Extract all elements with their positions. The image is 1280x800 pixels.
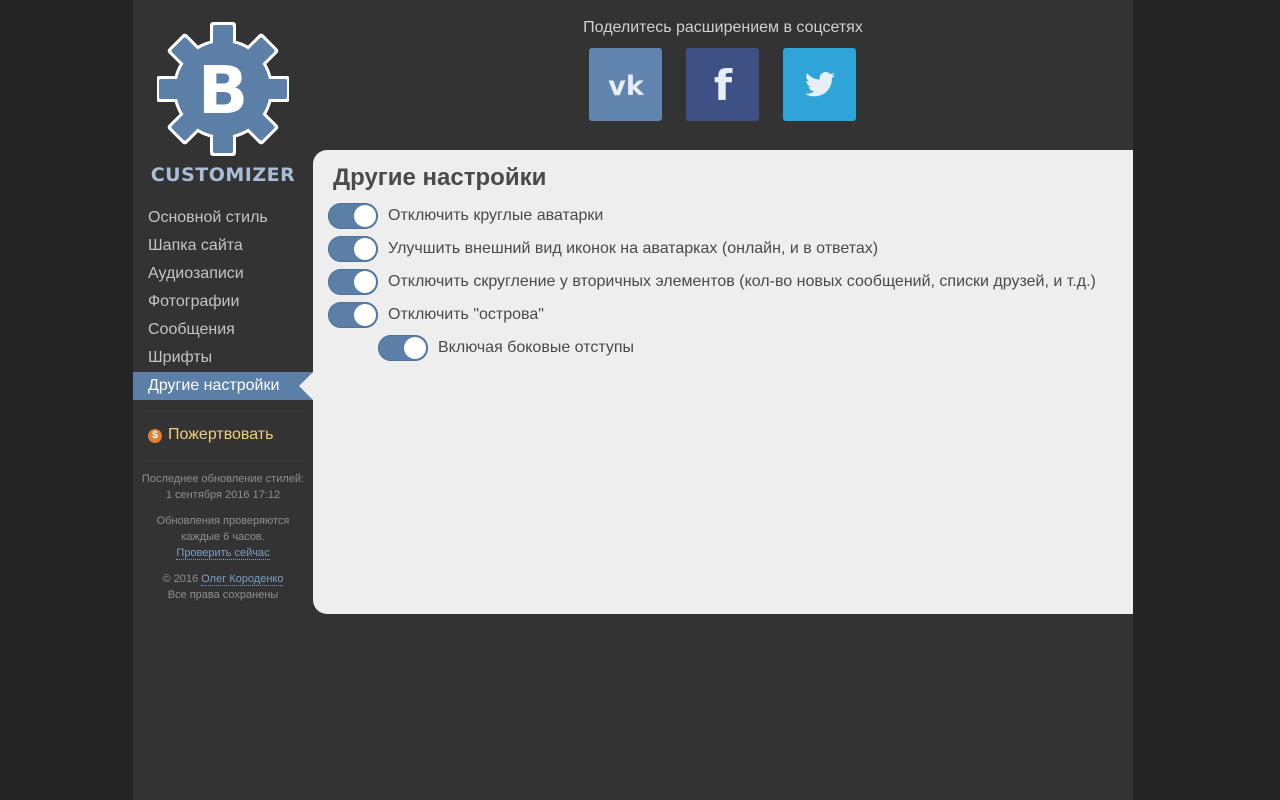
share-twitter-button[interactable]	[783, 48, 856, 121]
toggle-knob	[354, 271, 376, 293]
divider	[143, 460, 303, 461]
share-facebook-button[interactable]: f	[686, 48, 759, 121]
last-update-label: Последнее обновление стилей:	[141, 473, 305, 485]
toggle-switch[interactable]	[328, 203, 378, 229]
donate-link[interactable]: $ Пожертвовать	[148, 424, 273, 446]
toggle-knob	[354, 304, 376, 326]
nav-item-audio[interactable]: Аудиозаписи	[133, 260, 313, 288]
nav-item-other-settings[interactable]: Другие настройки	[133, 372, 313, 400]
nav-item-header[interactable]: Шапка сайта	[133, 232, 313, 260]
customizer-gear-logo[interactable]: B	[157, 22, 289, 156]
option-label: Включая боковые отступы	[438, 339, 635, 356]
twitter-icon	[804, 71, 835, 96]
option-label: Отключить "острова"	[388, 306, 544, 323]
toggle-switch[interactable]	[328, 302, 378, 328]
nav-item-messages[interactable]: Сообщения	[133, 316, 313, 344]
page: B CUSTOMIZER Основной стиль Шапка сайта …	[133, 0, 1133, 800]
share-vk-button[interactable]: vk	[589, 48, 662, 121]
update-check-line1: Обновления проверяются	[156, 515, 290, 527]
coin-icon: $	[148, 429, 162, 443]
nav-item-photos[interactable]: Фотографии	[133, 288, 313, 316]
check-now-link[interactable]: Проверить сейчас	[176, 547, 270, 560]
sidebar-nav: Основной стиль Шапка сайта Аудиозаписи Ф…	[133, 204, 313, 400]
toggle-knob	[354, 238, 376, 260]
option-include-side-padding: Включая боковые отступы	[378, 335, 634, 361]
toggle-switch[interactable]	[378, 335, 428, 361]
update-check-info: Обновления проверяются каждые 6 часов. П…	[133, 513, 313, 561]
share-title: Поделитесь расширением в соцсетях	[583, 19, 863, 36]
panel-title: Другие настройки	[333, 164, 547, 191]
divider	[143, 411, 303, 412]
option-label: Отключить скругление у вторичных элемент…	[388, 273, 1096, 290]
vk-icon: vk	[608, 71, 645, 99]
copyright-info: © 2016 Олег Короденко Все права сохранен…	[133, 571, 313, 603]
svg-text:B: B	[198, 52, 248, 129]
option-disable-secondary-rounding: Отключить скругление у вторичных элемент…	[328, 269, 1096, 295]
option-disable-round-avatars: Отключить круглые аватарки	[328, 203, 603, 229]
toggle-switch[interactable]	[328, 269, 378, 295]
toggle-switch[interactable]	[328, 236, 378, 262]
copyright-prefix: © 2016	[162, 573, 199, 585]
option-disable-islands: Отключить "острова"	[328, 302, 544, 328]
last-update-value: 1 сентября 2016 17:12	[165, 489, 281, 501]
nav-item-fonts[interactable]: Шрифты	[133, 344, 313, 372]
svg-text:f: f	[713, 65, 732, 105]
settings-panel: Другие настройки Отключить круглые авата…	[313, 150, 1133, 614]
toggle-knob	[404, 337, 426, 359]
donate-label: Пожертвовать	[168, 426, 274, 443]
update-check-line2: каждые 6 часов.	[181, 531, 265, 543]
option-label: Улучшить внешний вид иконок на аватарках…	[388, 240, 879, 257]
toggle-knob	[354, 205, 376, 227]
option-improve-avatar-icons: Улучшить внешний вид иконок на аватарках…	[328, 236, 878, 262]
sidebar: B CUSTOMIZER Основной стиль Шапка сайта …	[133, 0, 313, 800]
brand-name: CUSTOMIZER	[150, 164, 296, 186]
option-label: Отключить круглые аватарки	[388, 207, 604, 224]
rights-text: Все права сохранены	[167, 589, 279, 601]
nav-item-main-style[interactable]: Основной стиль	[133, 204, 313, 232]
facebook-icon: f	[713, 65, 732, 105]
svg-text:vk: vk	[608, 71, 645, 99]
author-link[interactable]: Олег Короденко	[201, 573, 284, 586]
last-update-info: Последнее обновление стилей: 1 сентября …	[133, 471, 313, 503]
